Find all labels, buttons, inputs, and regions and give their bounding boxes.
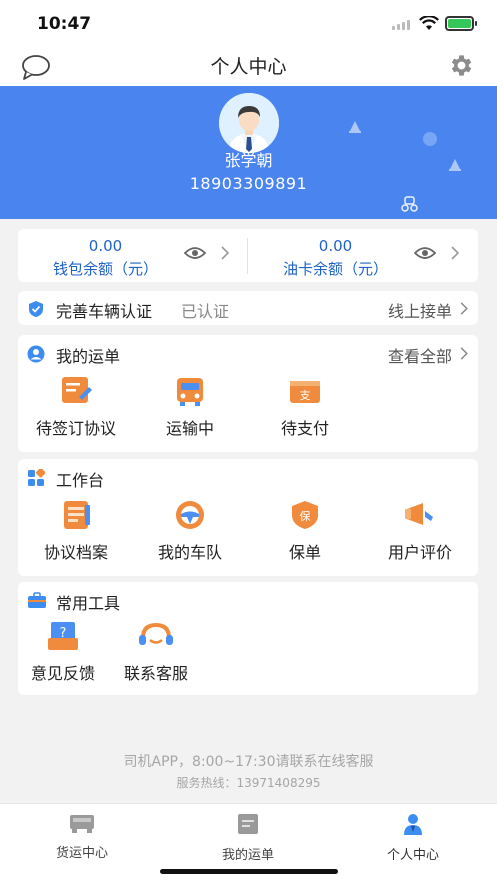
workbench-card: 工作台 协议档案 我的车队 保 保单 用户评价 [18, 459, 478, 576]
battery-icon [445, 16, 477, 31]
balance-card: 0.00 钱包余额（元） 0.00 油卡余额（元） [18, 229, 478, 282]
vehicle-verification-row[interactable]: 完善车辆认证 已认证 线上接单 [18, 291, 478, 325]
common-tools-title: 常用工具 [56, 594, 121, 613]
home-indicator [160, 869, 338, 874]
view-all-link[interactable]: 查看全部 [388, 343, 452, 367]
svg-text:保: 保 [300, 509, 311, 523]
robot-decoration-icon [401, 196, 418, 212]
fuel-card-balance-label: 油卡余额（元） [282, 260, 388, 278]
my-orders-title: 我的运单 [56, 347, 121, 366]
person-circle-icon [27, 345, 45, 363]
sailboat-decoration-icon [349, 121, 361, 133]
tab-cargo-center-label: 货运中心 [55, 846, 108, 861]
pay-icon: 支 [290, 381, 320, 403]
steering-wheel-icon [176, 501, 204, 529]
insurance-icon: 保 [292, 501, 318, 529]
order-in-transit-label: 运输中 [165, 419, 214, 438]
service-hours-text: 司机APP，8:00~17:30请联系在线客服 [123, 754, 374, 770]
service-hotline-text[interactable]: 服务热线：13971408295 [0, 774, 497, 791]
chevron-right-icon [451, 246, 460, 260]
chevron-right-icon [460, 302, 468, 315]
contract-icon [62, 377, 92, 403]
cargo-truck-icon [70, 815, 94, 833]
workbench-insurance-label: 保单 [288, 543, 321, 562]
profile-header: 张学朝 18903309891 [0, 86, 497, 219]
workbench-my-fleet-label: 我的车队 [157, 543, 222, 562]
chevron-right-icon [460, 347, 468, 360]
tool-contact-support[interactable]: 联系客服 [98, 620, 214, 684]
chevron-right-icon [221, 246, 230, 260]
wallet-balance[interactable]: 0.00 钱包余额（元） [18, 229, 248, 282]
page-title: 个人中心 [210, 56, 287, 78]
waybill-icon [238, 814, 258, 834]
tab-personal-center-label: 个人中心 [386, 848, 439, 863]
shield-check-icon [29, 301, 43, 317]
workbench-contract-archive-label: 协议档案 [43, 543, 108, 562]
person-icon [404, 814, 422, 835]
workbench-title: 工作台 [56, 471, 105, 490]
workbench-user-review[interactable]: 用户评价 [362, 499, 478, 563]
wallet-balance-label: 钱包余额（元） [52, 260, 158, 278]
workbench-contract-archive[interactable]: 协议档案 [18, 499, 134, 563]
verification-status: 已认证 [181, 302, 230, 321]
toolbox-icon [28, 592, 46, 608]
eye-icon[interactable] [414, 246, 436, 260]
order-pending-contract[interactable]: 待签订协议 [18, 375, 134, 439]
truck-icon [177, 378, 203, 406]
avatar-person-icon [219, 93, 279, 153]
sailboat-decoration-icon [449, 159, 461, 171]
order-pending-contract-label: 待签订协议 [35, 419, 116, 438]
planet-decoration-icon [423, 132, 437, 146]
tab-my-waybills[interactable]: 我的运单 [183, 812, 313, 863]
workbench-insurance[interactable]: 保 保单 [247, 499, 363, 563]
tab-cargo-center[interactable]: 货运中心 [17, 812, 147, 861]
grid-apps-icon [28, 469, 45, 486]
wallet-balance-value: 0.00 [88, 237, 123, 255]
user-name: 张学朝 [224, 151, 273, 170]
eye-icon[interactable] [184, 246, 206, 260]
wifi-icon [419, 16, 439, 30]
status-time: 10:47 [37, 14, 92, 34]
order-pending-payment-label: 待支付 [280, 419, 329, 438]
common-tools-card: 常用工具 ? 意见反馈 联系客服 [18, 582, 478, 695]
nav-bar: 个人中心 [0, 46, 497, 86]
megaphone-icon [405, 503, 433, 525]
order-in-transit[interactable]: 运输中 [132, 375, 248, 439]
avatar[interactable] [219, 93, 279, 153]
fuel-card-balance[interactable]: 0.00 油卡余额（元） [248, 229, 478, 282]
tool-contact-support-label: 联系客服 [123, 664, 188, 683]
workbench-my-fleet[interactable]: 我的车队 [132, 499, 248, 563]
vehicle-verification-title: 完善车辆认证 [56, 302, 153, 321]
archive-icon [64, 501, 90, 529]
svg-text:支: 支 [300, 389, 311, 402]
online-order-link[interactable]: 线上接单 [388, 298, 452, 322]
signal-icon [392, 20, 410, 30]
order-pending-payment[interactable]: 支 待支付 [247, 375, 363, 439]
status-bar: 10:47 [0, 0, 497, 46]
my-orders-card: 我的运单 查看全部 待签订协议 运输中 支 待支付 [18, 335, 478, 452]
feedback-icon: ? [48, 622, 78, 650]
tab-my-waybills-label: 我的运单 [221, 848, 274, 863]
user-phone: 18903309891 [189, 174, 308, 193]
gear-icon[interactable] [447, 52, 474, 79]
fuel-card-balance-value: 0.00 [318, 237, 353, 255]
tab-personal-center[interactable]: 个人中心 [348, 812, 478, 863]
headset-icon [139, 622, 173, 645]
workbench-user-review-label: 用户评价 [387, 543, 452, 562]
